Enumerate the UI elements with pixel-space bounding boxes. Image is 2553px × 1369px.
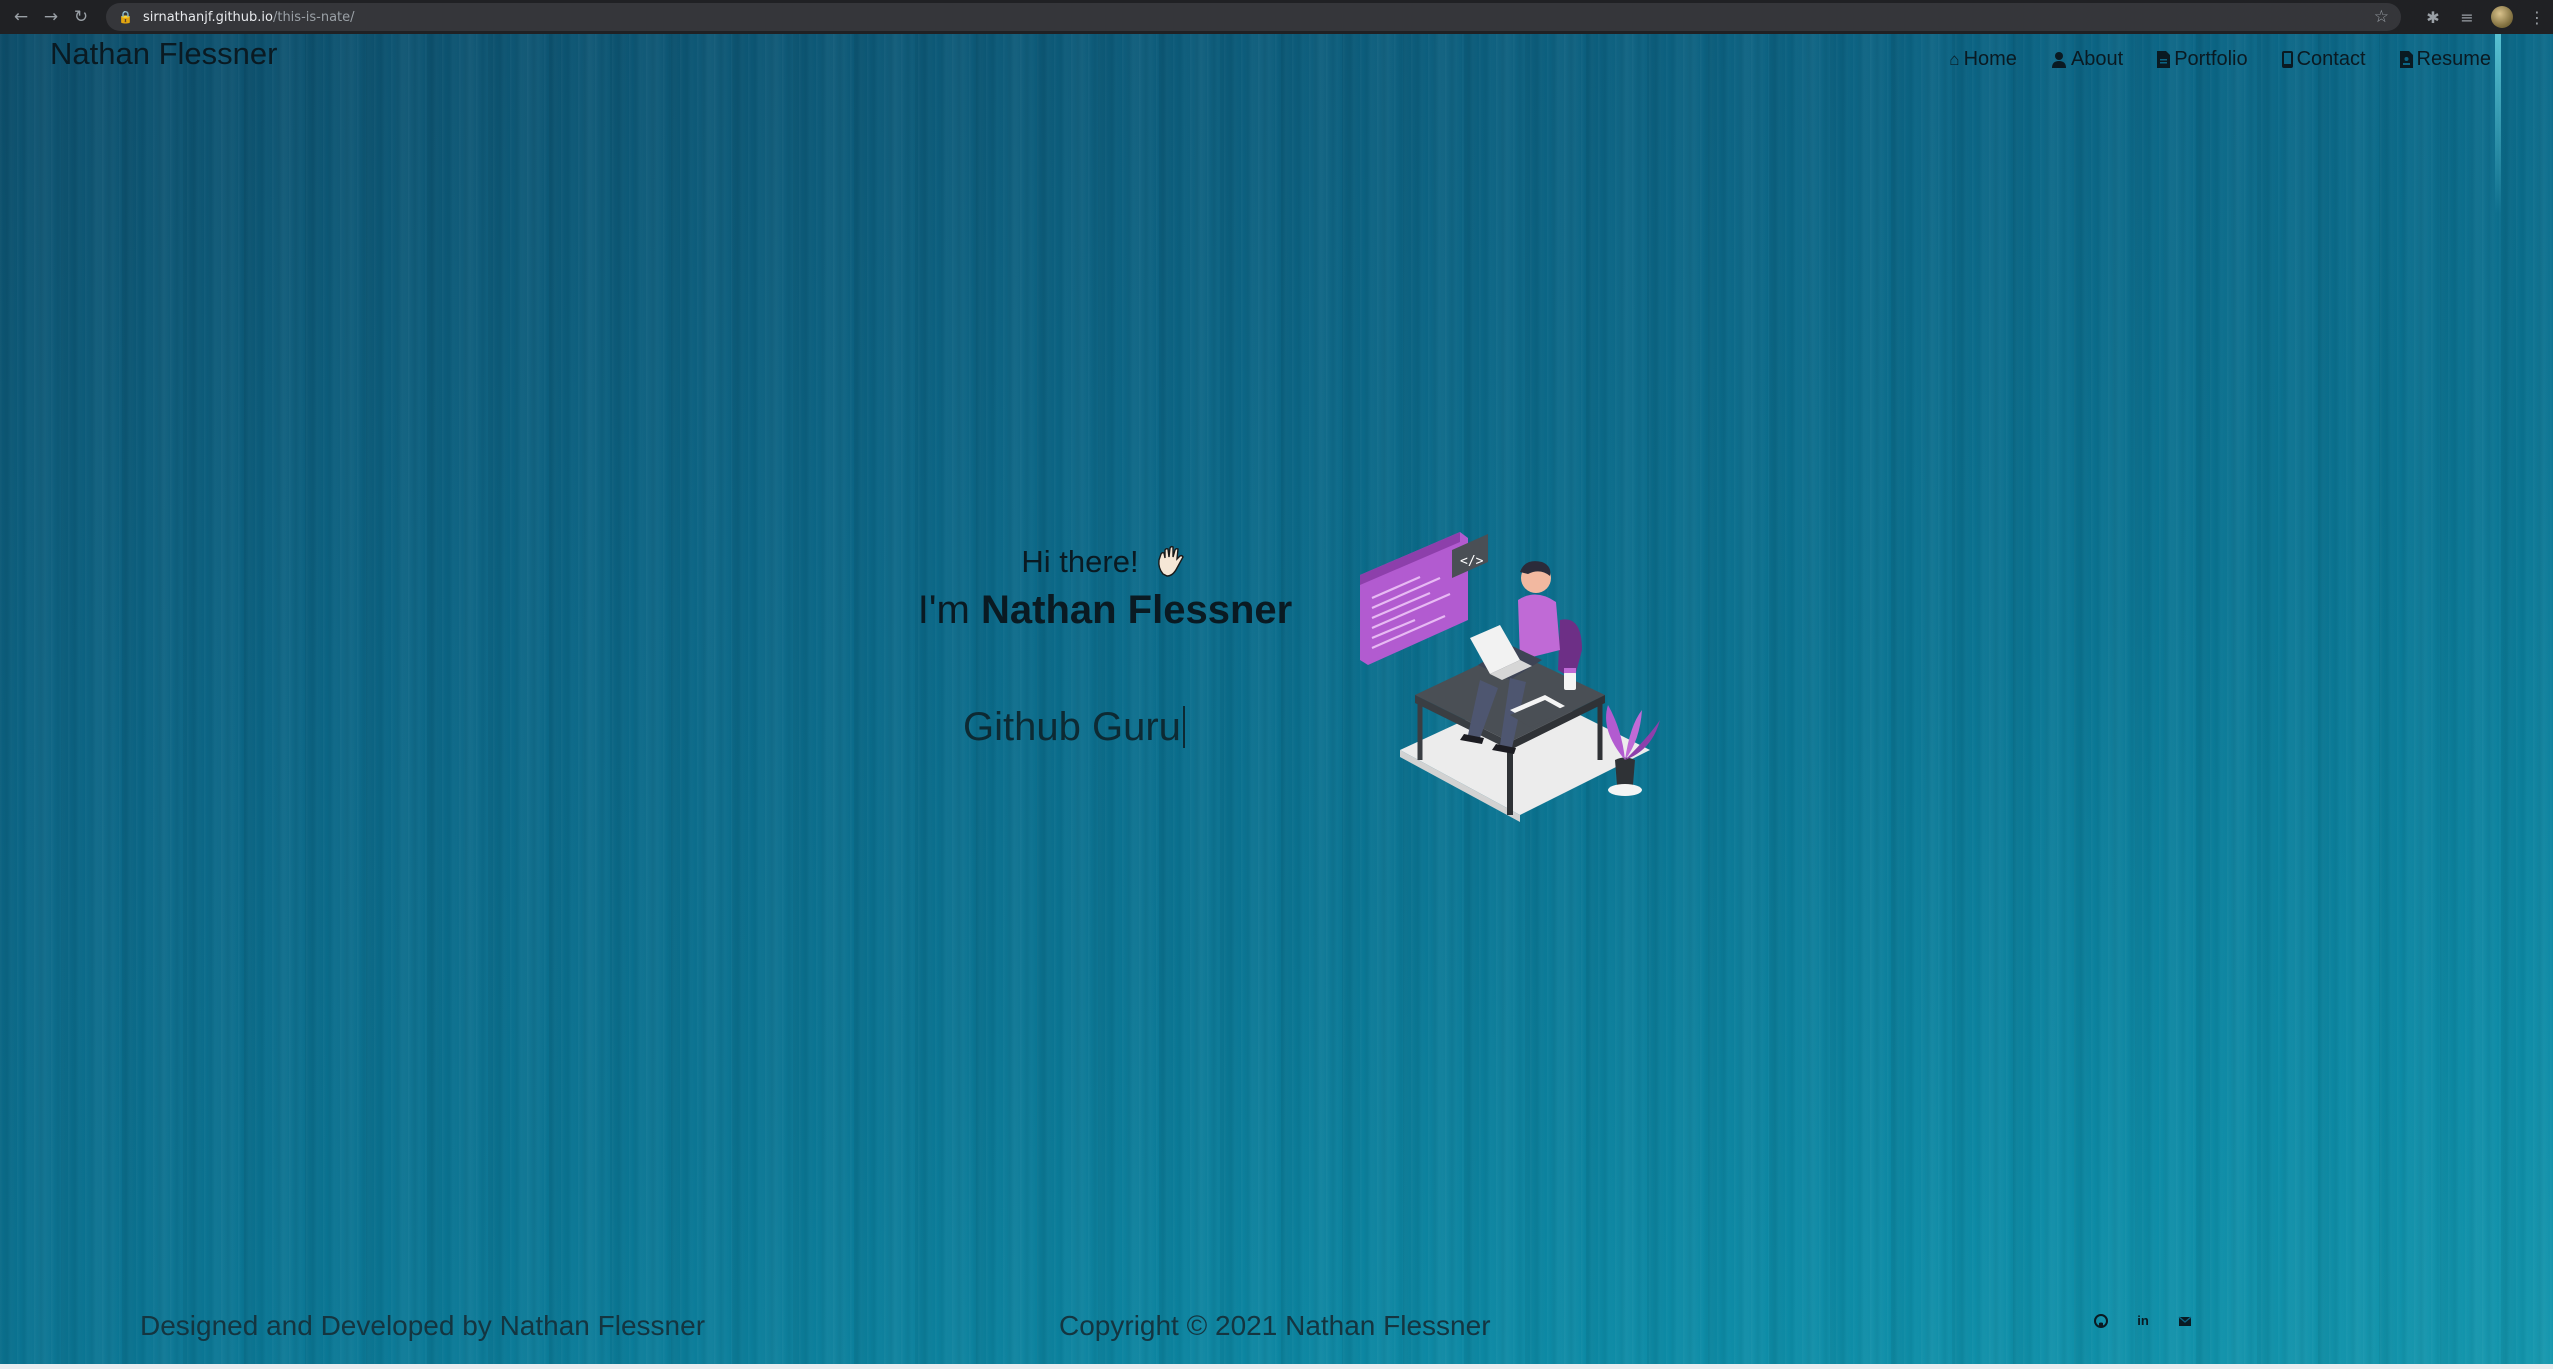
reading-list-icon[interactable]: ≡ (2457, 8, 2477, 27)
nav-contact-label: Contact (2296, 48, 2366, 70)
extensions-icon[interactable]: ✱ (2423, 8, 2443, 27)
url-host: sirnathanjf.github.io (142, 9, 273, 25)
document-icon (2399, 51, 2413, 68)
forward-arrow-icon[interactable]: → (36, 0, 66, 34)
back-arrow-icon[interactable]: ← (6, 0, 36, 34)
reload-icon[interactable]: ↻ (66, 0, 96, 34)
greeting-text: Hi there! (1021, 544, 1139, 579)
background-light-streak (2495, 34, 2501, 214)
intro-prefix: I'm (917, 588, 970, 632)
hero-text: Hi there! I'm Nathan Flessner (905, 544, 1305, 633)
github-icon[interactable] (2094, 1314, 2108, 1328)
top-navigation: ⌂ Home About Portfolio Contact Resume (1949, 48, 2491, 71)
developer-at-desk-illustration: </> (1360, 532, 1660, 822)
file-icon (2157, 51, 2171, 68)
social-links: in (2094, 1314, 2192, 1328)
waving-hand-icon (1157, 545, 1184, 577)
url-path: /this-is-nate/ (272, 9, 355, 25)
nav-resume[interactable]: Resume (2399, 48, 2491, 71)
browser-toolbar: ← → ↻ 🔒 sirnathanjf.github.io/this-is-na… (0, 0, 2553, 34)
typed-role: Github Guru (963, 705, 1185, 750)
nav-home-label: Home (1963, 48, 2017, 70)
intro-line: I'm Nathan Flessner (905, 588, 1305, 633)
typing-cursor (1182, 706, 1185, 748)
footer-copyright: Copyright © 2021 Nathan Flessner (1059, 1310, 1491, 1341)
nav-portfolio-label: Portfolio (2174, 48, 2248, 70)
greeting: Hi there! (905, 544, 1305, 580)
nav-about[interactable]: About (2051, 48, 2123, 71)
menu-kebab-icon[interactable]: ⋮ (2527, 8, 2547, 27)
typed-role-text: Github Guru (963, 705, 1181, 749)
page-background: Nathan Flessner ⌂ Home About Portfolio C… (0, 34, 2553, 1364)
nav-contact[interactable]: Contact (2281, 48, 2366, 71)
bookmark-star-icon[interactable]: ☆ (2374, 7, 2389, 27)
mail-icon[interactable] (2178, 1314, 2192, 1328)
phone-icon (2281, 51, 2293, 68)
footer-credit: Designed and Developed by Nathan Flessne… (140, 1310, 706, 1341)
site-brand[interactable]: Nathan Flessner (50, 36, 277, 72)
hero-name: Nathan Flessner (980, 588, 1293, 632)
svg-text:</>: </> (1460, 554, 1484, 569)
lock-icon: 🔒 (118, 10, 133, 24)
home-icon: ⌂ (1949, 50, 1960, 69)
nav-home[interactable]: ⌂ Home (1949, 48, 2017, 71)
nav-resume-label: Resume (2416, 48, 2491, 70)
nav-about-label: About (2070, 48, 2124, 70)
nav-portfolio[interactable]: Portfolio (2157, 48, 2248, 71)
window-bottom-edge (0, 1364, 2553, 1369)
user-icon (2051, 52, 2066, 68)
address-bar[interactable]: 🔒 sirnathanjf.github.io/this-is-nate/ ☆ (106, 3, 2401, 31)
profile-avatar[interactable] (2491, 6, 2513, 28)
linkedin-icon[interactable]: in (2136, 1314, 2150, 1328)
